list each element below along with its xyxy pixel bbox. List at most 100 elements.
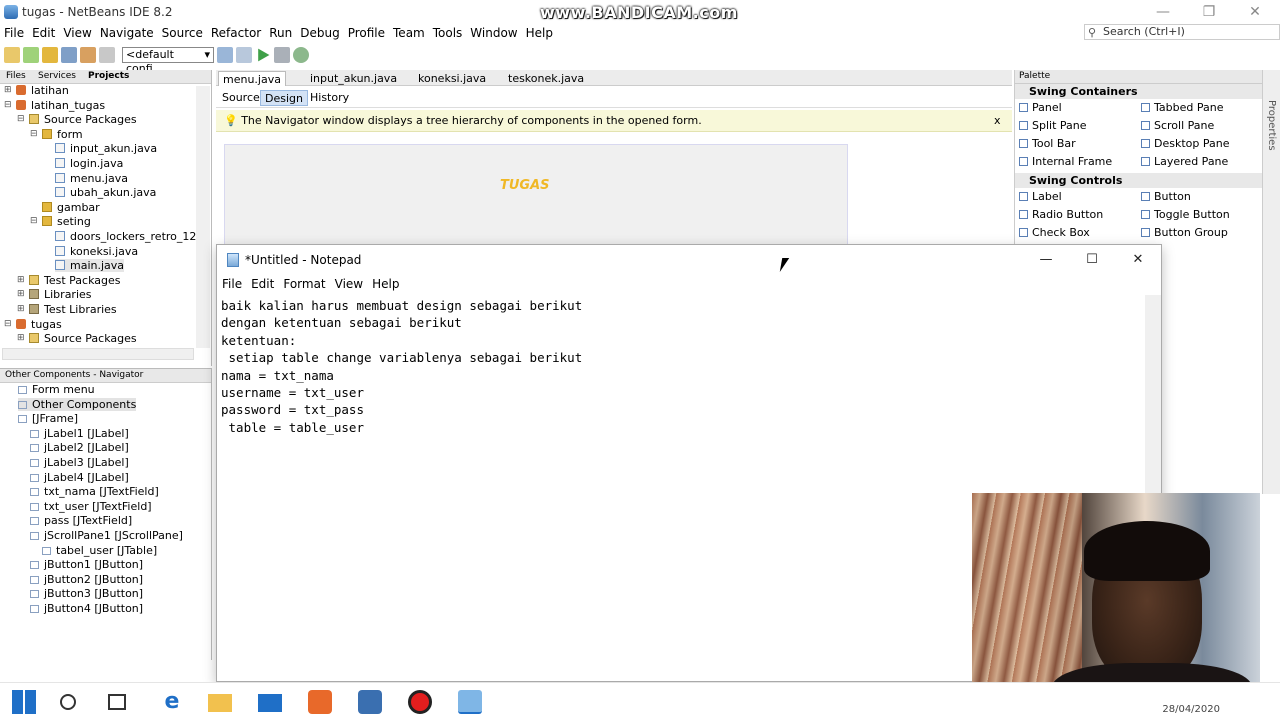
- save-all-icon[interactable]: [61, 47, 77, 63]
- menu-run[interactable]: Run: [265, 24, 296, 42]
- tree-expander-icon[interactable]: ⊟: [4, 319, 12, 329]
- palette-item[interactable]: Label: [1019, 190, 1062, 203]
- tab-koneksi-java[interactable]: koneksi.java: [414, 71, 490, 86]
- project-tree-item[interactable]: seting: [42, 215, 91, 228]
- tree-expander-icon[interactable]: ⊞: [4, 85, 12, 95]
- tab-projects[interactable]: Projects: [88, 71, 129, 81]
- project-tree-vscrollbar[interactable]: [196, 86, 210, 348]
- run-icon[interactable]: [258, 48, 270, 62]
- menu-window[interactable]: Window: [466, 24, 521, 42]
- navigator-tree-item[interactable]: jLabel4 [JLabel]: [30, 471, 129, 484]
- project-tree-item[interactable]: koneksi.java: [55, 245, 138, 258]
- new-project-icon[interactable]: [4, 47, 20, 63]
- task-view-icon[interactable]: [108, 694, 126, 710]
- open-project-icon[interactable]: [42, 47, 58, 63]
- design-mode-button[interactable]: Design: [260, 90, 308, 106]
- menu-profile[interactable]: Profile: [344, 24, 389, 42]
- project-tree-item[interactable]: latihan: [16, 84, 69, 97]
- tree-expander-icon[interactable]: ⊟: [17, 114, 25, 124]
- menu-navigate[interactable]: Navigate: [96, 24, 158, 42]
- palette-item[interactable]: Radio Button: [1019, 208, 1103, 221]
- navigator-tree-item[interactable]: jButton3 [JButton]: [30, 587, 143, 600]
- tree-expander-icon[interactable]: ⊟: [4, 100, 12, 110]
- notepad-menu-view[interactable]: View: [332, 275, 369, 295]
- bandicam-icon[interactable]: [408, 690, 432, 714]
- info-close-icon[interactable]: x: [994, 110, 1001, 132]
- navigator-tree-item[interactable]: Form menu: [18, 383, 95, 396]
- tree-expander-icon[interactable]: ⊞: [17, 289, 25, 299]
- palette-item[interactable]: Scroll Pane: [1141, 119, 1214, 132]
- navigator-tree-item[interactable]: jScrollPane1 [JScrollPane]: [30, 529, 183, 542]
- navigator-tree-item[interactable]: txt_nama [JTextField]: [30, 485, 159, 498]
- project-tree-item[interactable]: main.java: [55, 259, 125, 273]
- navigator-tree-item[interactable]: jLabel3 [JLabel]: [30, 456, 129, 469]
- redo-icon[interactable]: [99, 47, 115, 63]
- palette-item[interactable]: Button: [1141, 190, 1191, 203]
- tree-expander-icon[interactable]: ⊞: [17, 304, 25, 314]
- project-tree-hscrollbar[interactable]: [2, 348, 194, 360]
- palette-item[interactable]: Tabbed Pane: [1141, 101, 1223, 114]
- menu-edit[interactable]: Edit: [28, 24, 59, 42]
- menu-refactor[interactable]: Refactor: [207, 24, 265, 42]
- project-tree-item[interactable]: login.java: [55, 157, 123, 170]
- tab-teskonek-java[interactable]: teskonek.java: [504, 71, 588, 86]
- palette-item[interactable]: Panel: [1019, 101, 1062, 114]
- palette-item[interactable]: Button Group: [1141, 226, 1228, 239]
- configuration-select[interactable]: <default confi...: [122, 47, 214, 75]
- notepad-minimize-icon[interactable]: —: [1023, 249, 1069, 271]
- close-icon[interactable]: ✕: [1232, 2, 1278, 22]
- menu-tools[interactable]: Tools: [429, 24, 467, 42]
- profile-icon[interactable]: [293, 47, 309, 63]
- palette-section-header[interactable]: Swing Containers: [1015, 84, 1263, 99]
- properties-side-strip[interactable]: Properties: [1262, 70, 1280, 494]
- netbeans-taskbar-icon[interactable]: [358, 690, 382, 714]
- project-tree-item[interactable]: Test Libraries: [29, 303, 117, 316]
- palette-item[interactable]: Toggle Button: [1141, 208, 1230, 221]
- project-tree-item[interactable]: Libraries: [29, 288, 92, 301]
- menu-team[interactable]: Team: [389, 24, 429, 42]
- project-tree-item[interactable]: latihan_tugas: [16, 99, 105, 112]
- palette-item[interactable]: Layered Pane: [1141, 155, 1228, 168]
- project-tree-item[interactable]: input_akun.java: [55, 142, 157, 155]
- form-preview[interactable]: [224, 144, 848, 254]
- notepad-close-icon[interactable]: ✕: [1115, 249, 1161, 271]
- tree-expander-icon[interactable]: ⊟: [30, 216, 38, 226]
- navigator-tree-item[interactable]: jLabel2 [JLabel]: [30, 441, 129, 454]
- menu-source[interactable]: Source: [158, 24, 207, 42]
- project-tree-item[interactable]: menu.java: [55, 172, 128, 185]
- navigator-tree-item[interactable]: tabel_user [JTable]: [42, 544, 157, 557]
- notepad-menu-edit[interactable]: Edit: [248, 275, 280, 295]
- mail-icon[interactable]: [258, 694, 282, 712]
- source-mode-button[interactable]: Source: [218, 90, 264, 106]
- project-tree-item[interactable]: ubah_akun.java: [55, 186, 156, 199]
- notepad-maximize-icon[interactable]: ☐: [1069, 249, 1115, 271]
- project-tree-item[interactable]: Source Packages: [29, 113, 137, 126]
- tab-input-akun-java[interactable]: input_akun.java: [306, 71, 401, 86]
- tab-menu-java[interactable]: menu.java: [218, 71, 286, 86]
- search-taskbar-icon[interactable]: [60, 694, 76, 710]
- palette-item[interactable]: Internal Frame: [1019, 155, 1112, 168]
- project-tree-item[interactable]: tugas: [16, 318, 62, 331]
- navigator-tree-item[interactable]: jButton2 [JButton]: [30, 573, 143, 586]
- project-tree-item[interactable]: doors_lockers_retro_1207: [55, 230, 210, 243]
- navigator-tree-item[interactable]: jLabel1 [JLabel]: [30, 427, 129, 440]
- tree-expander-icon[interactable]: ⊞: [17, 275, 25, 285]
- palette-section-header[interactable]: Swing Controls: [1015, 173, 1263, 188]
- navigator-tree-item[interactable]: [JFrame]: [18, 412, 78, 425]
- tab-files[interactable]: Files: [6, 71, 26, 81]
- palette-item[interactable]: Split Pane: [1019, 119, 1087, 132]
- debug-icon[interactable]: [274, 47, 290, 63]
- start-icon[interactable]: [12, 690, 36, 714]
- tree-expander-icon[interactable]: ⊟: [30, 129, 38, 139]
- form-title-label[interactable]: TUGAS: [500, 178, 550, 193]
- navigator-tree-item[interactable]: jButton1 [JButton]: [30, 558, 143, 571]
- history-mode-button[interactable]: History: [306, 90, 353, 106]
- clean-build-icon[interactable]: [236, 47, 252, 63]
- navigator-tree-item[interactable]: jButton4 [JButton]: [30, 602, 143, 615]
- tab-services[interactable]: Services: [38, 71, 76, 81]
- menu-view[interactable]: View: [59, 24, 95, 42]
- xampp-icon[interactable]: [308, 690, 332, 714]
- palette-item[interactable]: Check Box: [1019, 226, 1090, 239]
- menu-help[interactable]: Help: [522, 24, 557, 42]
- palette-item[interactable]: Tool Bar: [1019, 137, 1076, 150]
